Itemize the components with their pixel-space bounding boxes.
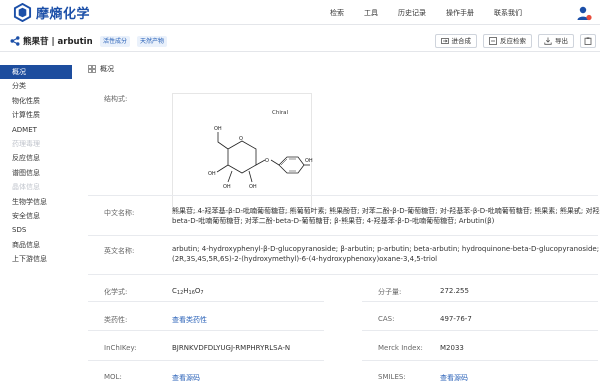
nav-search[interactable]: 检索 [330,8,344,18]
merck-value: M2033 [440,344,464,352]
divider [88,274,598,275]
c2-oh-label: OH [249,184,257,190]
formula-o-count: 7 [200,290,204,296]
cas-value: 497-76-7 [440,315,472,323]
sidebar-item-reactions[interactable]: 反应信息 [0,151,74,165]
section-title: 概况 [100,65,114,73]
divider [88,360,324,361]
druglikeness-link[interactable]: 查看类药性 [172,315,207,325]
hydroxymethyl-oh-label: OH [214,126,222,132]
mol-label: MOL: [104,373,122,381]
section-sidebar: 概况 分类 物化性质 计算性质 ADMET 药理毒理 反应信息 谱图信息 晶体信… [0,65,74,266]
brand-name: 摩熵化学 [36,7,91,22]
tag-natural-product[interactable]: 天然产物 [137,36,168,47]
divider [362,330,598,331]
divider [88,195,598,196]
english-name-label: 英文名称: [104,247,135,255]
compound-title: 熊果苷 | arbutin [23,37,93,47]
inchikey-label: InChIKey: [104,344,137,352]
reaction-search-icon [489,37,497,45]
c3-oh-label: OH [223,184,231,190]
nav-contact[interactable]: 联系我们 [494,8,522,18]
divider [88,301,324,302]
sidebar-item-classification[interactable]: 分类 [0,79,74,93]
druglikeness-label: 类药性: [104,316,128,324]
synthesis-icon [440,38,449,44]
synthesis-button[interactable]: 进合成 [434,34,477,48]
nav-history[interactable]: 历史记录 [398,8,426,18]
english-name-value: arbutin; 4-hydroxyphenyl-β-D-glucopyrano… [172,244,600,264]
clipboard-icon [584,37,592,45]
top-navigation: 摩熵化学 检索 工具 历史记录 操作手册 联系我们 [0,0,600,25]
formula-label: 化学式: [104,288,128,296]
arbutin-structure: O O OH OH OH OH OH [208,126,313,190]
english-name-line-2: (2R,3S,4S,5R,6S)-2-(hydroxymethyl)-6-(4-… [172,255,438,263]
c4-oh-label: OH [208,171,216,177]
sidebar-item-products[interactable]: 商品信息 [0,238,74,252]
sidebar-item-crystal: 晶体信息 [12,183,40,192]
nav-tools[interactable]: 工具 [364,8,378,18]
share-icon[interactable] [10,36,20,46]
structure-label: 结构式: [104,95,128,103]
main-menu: 检索 工具 历史记录 操作手册 联系我们 [330,0,542,25]
divider [88,330,324,331]
inchikey-value: BJRNKVDFDLYUGJ-RMPHRYRLSA-N [172,344,291,352]
mw-value: 272.255 [440,287,469,295]
formula-value: C12H16O7 [172,287,204,296]
mol-source-link[interactable]: 查看源码 [172,373,200,383]
chinese-name-label: 中文名称: [104,209,135,217]
divider [88,235,598,236]
glycosidic-oxygen-label: O [265,158,269,164]
sidebar-item-spectra[interactable]: 谱图信息 [0,166,74,180]
english-name-line-1: arbutin; 4-hydroxyphenyl-β-D-glucopyrano… [172,245,600,253]
sidebar-item-computed[interactable]: 计算性质 [0,108,74,122]
chinese-name-line-1: 熊果苷; 4-羟苯基-β-D-吡喃葡萄糖苷; 熊葡萄叶素; 熊果酚苷; 对苯二酚… [172,207,600,215]
section-heading: 概况 [88,64,114,74]
more-button[interactable] [580,34,596,48]
reaction-search-label: 反应检索 [500,37,526,45]
export-icon [544,37,552,45]
sidebar-item-updownstream[interactable]: 上下游信息 [0,252,74,266]
sidebar-item-sds[interactable]: SDS [0,223,74,237]
compound-actions: 进合成 反应检索 导出 [429,34,596,48]
export-label: 导出 [555,37,568,45]
tag-active-ingredient[interactable]: 活性成分 [100,36,131,47]
sidebar-item-physchem[interactable]: 物化性质 [0,94,74,108]
cas-label: CAS: [378,315,395,323]
brand-logo[interactable]: 摩熵化学 [13,3,90,22]
synthesis-label: 进合成 [451,37,472,45]
sidebar-item-safety[interactable]: 安全信息 [0,209,74,223]
mw-label: 分子量: [378,288,402,296]
nav-manual[interactable]: 操作手册 [446,8,474,18]
merck-label: Merck Index: [378,344,423,352]
chinese-name-line-2: beta-D-吡喃葡萄糖苷; 对苯二酚-beta-D-葡萄糖苷; β-熊果苷; … [172,217,495,225]
sidebar-item-admet[interactable]: ADMET [0,123,74,137]
divider [362,360,598,361]
grid-icon [88,65,96,73]
smiles-label: SMILES: [378,373,406,381]
user-avatar-icon[interactable] [576,5,592,21]
sidebar-item-overview[interactable]: 概况 [0,65,72,80]
divider [362,301,598,302]
logo-icon [13,3,32,22]
reaction-search-button[interactable]: 反应检索 [483,34,532,48]
phenol-oh-label: OH [305,158,313,164]
sidebar-item-biology[interactable]: 生物学信息 [0,195,74,209]
ring-oxygen-label: O [239,136,243,142]
chinese-name-value: 熊果苷; 4-羟苯基-β-D-吡喃葡萄糖苷; 熊葡萄叶素; 熊果酚苷; 对苯二酚… [172,206,600,226]
overview-panel: 概况 结构式: Chiral O O OH OH OH OH OH 中文名称: … [88,58,600,391]
export-button[interactable]: 导出 [538,34,574,48]
smiles-source-link[interactable]: 查看源码 [440,373,468,383]
sidebar-item-pharmacology: 药理毒理 [12,139,40,148]
compound-header: 熊果苷 | arbutin 活性成分 天然产物 进合成 反应检索 导出 [0,30,600,52]
